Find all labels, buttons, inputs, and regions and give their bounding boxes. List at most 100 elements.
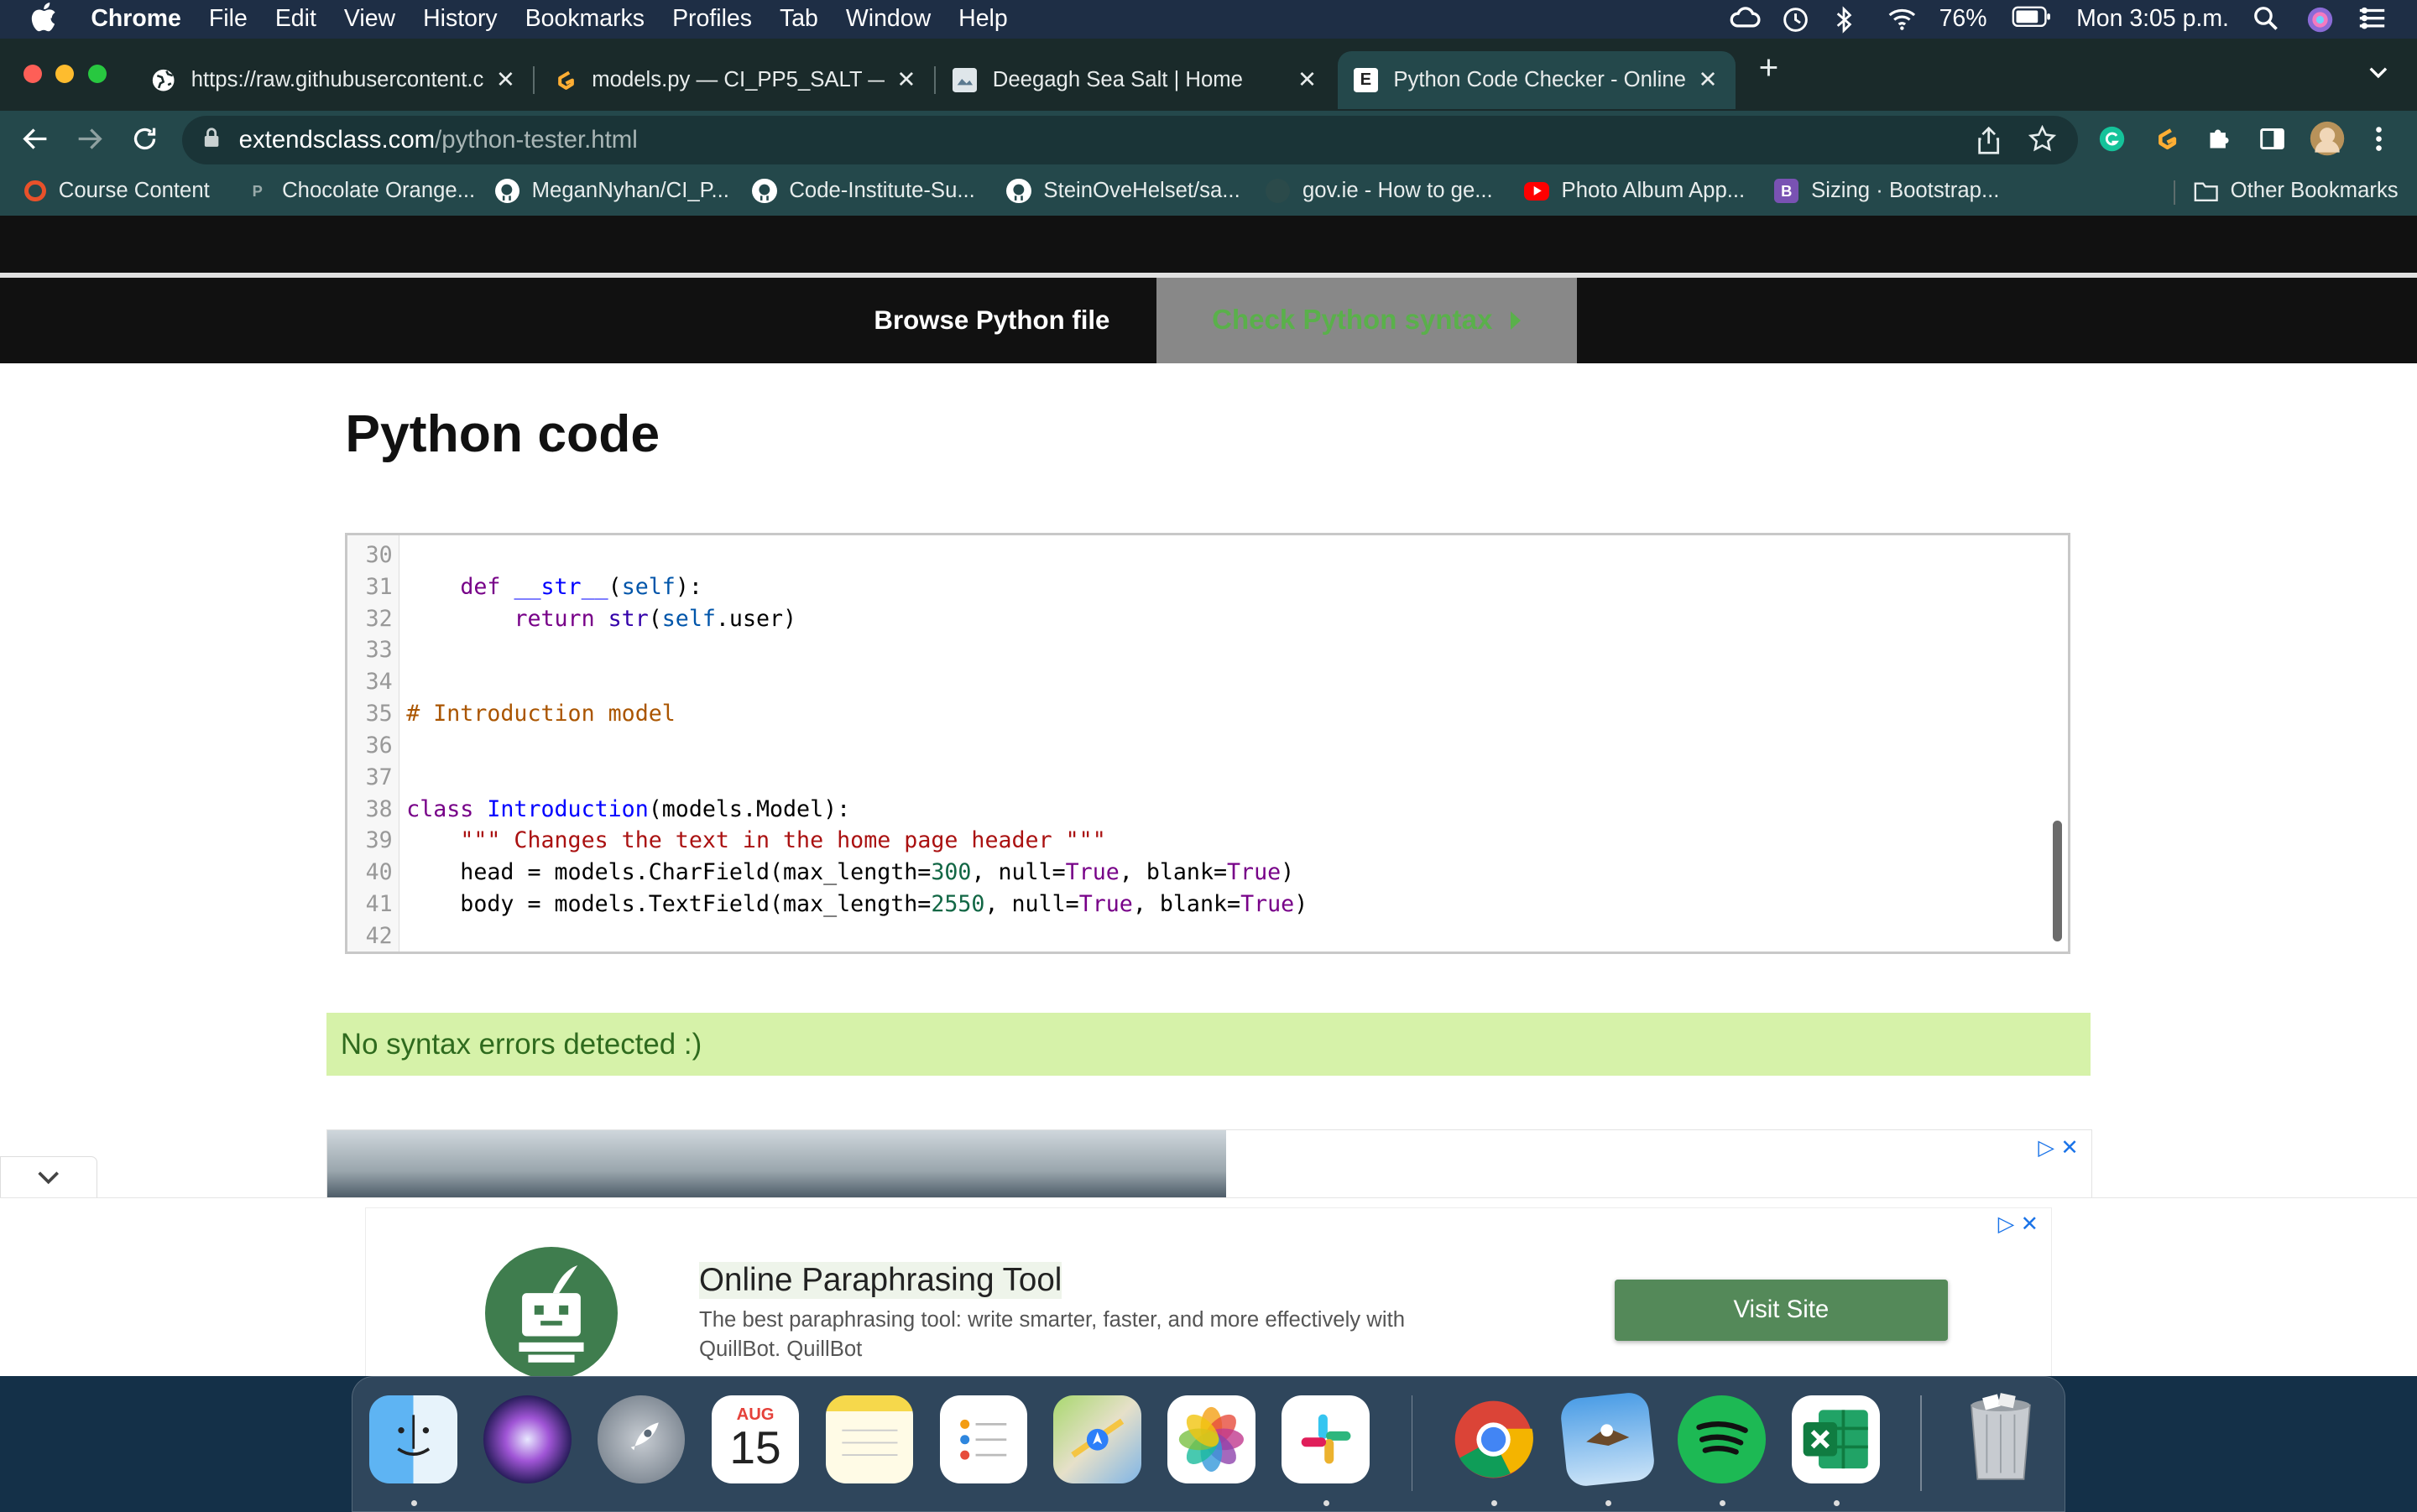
calendar-icon[interactable]: AUG 15 [711,1395,800,1483]
spotlight-search-icon[interactable] [2253,6,2281,31]
trash-icon[interactable] [1957,1393,2045,1483]
advertisement-banner[interactable]: ▷ ✕ [326,1129,2092,1200]
running-indicator [1323,1500,1330,1507]
maps-icon[interactable] [1053,1395,1142,1483]
address-bar[interactable]: extendsclass.com/python-tester.html [181,115,2078,165]
tab-gitpod-models[interactable]: models.py — CI_PP5_SALT — ( ✕ [536,51,934,110]
zoom-window-button[interactable] [87,65,107,84]
bookmark-other-bookmarks[interactable]: Other Bookmarks [2194,179,2399,203]
reload-icon[interactable] [131,125,159,160]
bookmark-course-content[interactable]: Course Content [24,179,210,203]
forward-arrow-icon[interactable] [76,125,103,160]
photos-icon[interactable] [1167,1395,1256,1483]
ad-title[interactable]: Online Paraphrasing Tool [699,1262,1062,1300]
chrome-app-icon[interactable] [1449,1395,1537,1483]
reminders-icon[interactable] [939,1395,1028,1483]
close-ad-icon[interactable]: ✕ [2021,1212,2039,1236]
folder-icon [2194,179,2218,203]
menu-edit[interactable]: Edit [275,5,316,33]
notes-icon[interactable] [825,1395,914,1483]
tab-deegagh-sea-salt[interactable]: Deegagh Sea Salt | Home ✕ [937,51,1335,110]
menu-tab[interactable]: Tab [780,5,818,33]
apple-menu-icon[interactable] [31,2,57,40]
wifi-icon[interactable] [1887,6,1916,31]
new-tab-icon[interactable]: + [1759,50,1779,84]
launchpad-rocket-icon[interactable] [597,1395,686,1483]
slack-icon[interactable] [1282,1395,1370,1483]
bookmark-star-icon[interactable] [2028,124,2057,159]
editor-scrollbar[interactable] [2052,821,2062,941]
browse-python-file-button[interactable]: Browse Python file [874,305,1109,336]
siri-app-icon[interactable] [483,1395,572,1483]
close-window-button[interactable] [23,65,42,84]
time-machine-icon[interactable] [1782,6,1809,33]
bookmark-code-institute[interactable]: Code-Institute-Su... [752,179,975,204]
code-line[interactable]: # Introduction model [406,701,676,727]
excel-icon[interactable] [1792,1395,1880,1483]
close-tab-icon[interactable]: ✕ [1295,66,1319,93]
code-editor[interactable]: 30 31 32 33 34 35 36 37 38 39 40 41 42 def __str__(s… [345,533,2071,955]
bookmark-chocolate-orange[interactable]: P Chocolate Orange... [245,179,476,203]
ad-image[interactable] [327,1130,1227,1199]
menu-view[interactable]: View [344,5,395,33]
menu-window[interactable]: Window [846,5,931,33]
gitpod-extension-icon[interactable] [2152,125,2179,160]
quillbot-logo[interactable] [484,1247,618,1377]
finder-icon[interactable] [368,1395,457,1483]
caret-right-icon [1511,311,1521,330]
code-line[interactable]: """ Changes the text in the home page he… [406,827,1105,853]
adchoices-icon[interactable]: ▷ [2038,1136,2054,1160]
close-ad-icon[interactable]: ✕ [2060,1136,2079,1160]
mail-eagle-icon[interactable] [1559,1391,1657,1489]
menu-help[interactable]: Help [958,5,1008,33]
bookmark-gov-ie[interactable]: gov.ie - How to ge... [1265,179,1493,204]
menu-file[interactable]: File [209,5,248,33]
ad-controls[interactable]: ▷ ✕ [2038,1135,2078,1160]
code-line[interactable]: return str(self.user) [406,606,796,632]
bookmarks-bar: Course Content P Chocolate Orange... Meg… [0,169,2417,216]
bluetooth-icon[interactable] [1835,6,1862,34]
menubar-clock[interactable]: Mon 3:05 p.m. [2076,5,2229,33]
bookmark-steinovehelset[interactable]: SteinOveHelset/sa... [1006,179,1240,204]
globe-icon [151,68,175,92]
ad-frame[interactable]: Online Paraphrasing Tool The best paraph… [365,1207,2052,1377]
close-tab-icon[interactable]: ✕ [1695,66,1720,93]
battery-icon[interactable] [2012,6,2052,30]
back-arrow-icon[interactable] [22,125,50,160]
tab-github-raw[interactable]: https://raw.githubusercontent.c ✕ [136,51,534,110]
bookmark-photo-album[interactable]: Photo Album App... [1524,179,1745,203]
siri-icon[interactable] [2306,6,2334,33]
check-python-syntax-button[interactable]: Check Python syntax [1156,277,1577,364]
harp-icon [1265,179,1291,204]
menu-profiles[interactable]: Profiles [672,5,752,33]
menu-chrome[interactable]: Chrome [91,5,181,33]
close-tab-icon[interactable]: ✕ [894,66,918,93]
menu-bookmarks[interactable]: Bookmarks [525,5,645,33]
code-line[interactable]: head = models.CharField(max_length=300, … [406,859,1294,885]
extensions-puzzle-icon[interactable] [2206,125,2233,160]
chrome-menu-icon[interactable] [2374,125,2383,160]
bookmark-megannyhan[interactable]: MeganNyhan/CI_P... [494,179,729,204]
creative-cloud-icon[interactable] [1730,6,1761,30]
control-center-icon[interactable] [2358,6,2386,30]
ad-controls[interactable]: ▷ ✕ [1998,1212,2039,1237]
share-icon[interactable] [1976,126,2001,161]
grammarly-extension-icon[interactable] [2098,125,2126,160]
adchoices-icon[interactable]: ▷ [1998,1212,2015,1236]
side-panel-icon[interactable] [2258,125,2286,160]
menu-history[interactable]: History [423,5,498,33]
tab-python-code-checker[interactable]: E Python Code Checker - Online ✕ [1338,50,1736,110]
profile-avatar[interactable] [2309,120,2346,164]
code-line[interactable]: class Introduction(models.Model): [406,796,850,822]
visit-site-button[interactable]: Visit Site [1615,1279,1948,1342]
collapse-ad-button[interactable] [0,1155,97,1199]
bookmark-bootstrap-sizing[interactable]: B Sizing · Bootstrap... [1774,179,1999,204]
close-tab-icon[interactable]: ✕ [493,66,518,93]
lock-icon[interactable] [203,127,220,154]
tab-title: https://raw.githubusercontent.c [191,67,484,91]
minimize-window-button[interactable] [55,65,75,84]
tab-search-chevron-down-icon[interactable] [2367,57,2389,88]
code-line[interactable]: def __str__(self): [406,574,702,600]
spotify-icon[interactable] [1678,1395,1766,1483]
code-line[interactable]: body = models.TextField(max_length=2550,… [406,891,1308,917]
